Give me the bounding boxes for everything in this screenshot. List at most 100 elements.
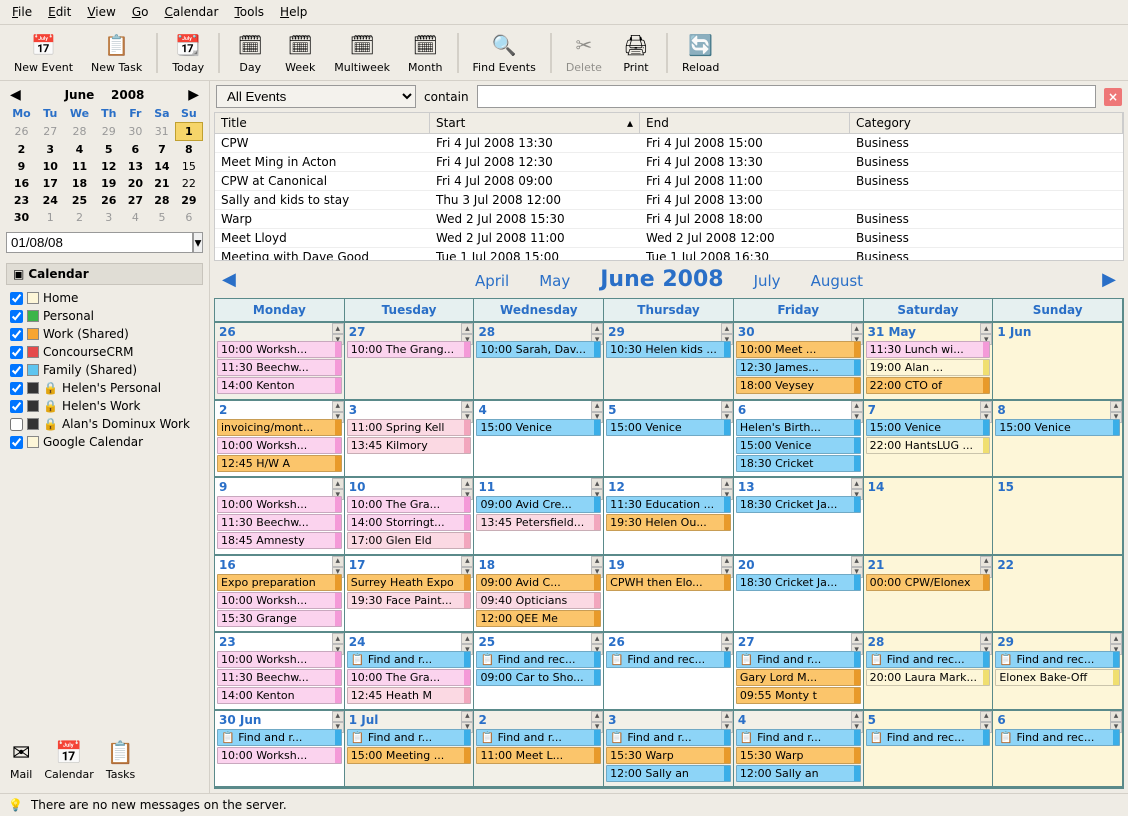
event-item[interactable]: 📋 Find and r... xyxy=(736,651,861,668)
event-item[interactable]: 10:00 The Gra... xyxy=(347,496,472,513)
day-cell[interactable]: 27▴▾10:00 The Grang... xyxy=(345,323,475,399)
calendar-item[interactable]: 🔒Helen's Personal xyxy=(6,379,203,397)
mini-day[interactable]: 10 xyxy=(37,158,64,175)
day-cell[interactable]: 11▴▾09:00 Avid Cre...13:45 Petersfield..… xyxy=(474,478,604,554)
event-item[interactable]: 09:00 Car to Sho... xyxy=(476,669,601,686)
col-end[interactable]: End xyxy=(640,113,850,133)
event-item[interactable]: Gary Lord M... xyxy=(736,669,861,686)
day-cell[interactable]: 25▴▾📋 Find and rec...09:00 Car to Sho... xyxy=(474,633,604,709)
event-item[interactable]: 15:00 Venice xyxy=(866,419,991,436)
find-events-button[interactable]: 🔍Find Events xyxy=(465,29,544,76)
event-item[interactable]: 15:00 Venice xyxy=(606,419,731,436)
mini-day[interactable]: 29 xyxy=(175,192,202,209)
event-item[interactable]: 11:00 Spring Kell xyxy=(347,419,472,436)
day-cell[interactable]: 9▴▾10:00 Worksh...11:30 Beechw...18:45 A… xyxy=(215,478,345,554)
day-button[interactable]: 🗓Day xyxy=(226,29,274,76)
day-cell[interactable]: 12▴▾11:30 Education ...19:30 Helen Ou... xyxy=(604,478,734,554)
print-button[interactable]: 🖨Print xyxy=(612,29,660,76)
day-cell[interactable]: 23▴▾10:00 Worksh...11:30 Beechw...14:00 … xyxy=(215,633,345,709)
mini-day[interactable]: 30 xyxy=(122,123,149,141)
event-item[interactable]: 12:00 Sally an xyxy=(736,765,861,782)
close-search-icon[interactable]: × xyxy=(1104,88,1122,106)
calendar-item[interactable]: ConcourseCRM xyxy=(6,343,203,361)
mini-day[interactable]: 31 xyxy=(149,123,176,141)
event-item[interactable]: 10:00 Worksh... xyxy=(217,496,342,513)
mini-day[interactable]: 20 xyxy=(122,175,149,192)
day-cell[interactable]: 19▴▾CPWH then Elo... xyxy=(604,556,734,632)
event-item[interactable]: 13:45 Petersfield... xyxy=(476,514,601,531)
mini-day[interactable]: 16 xyxy=(6,175,37,192)
day-cell[interactable]: 22 xyxy=(993,556,1123,632)
day-cell[interactable]: 4▴▾📋 Find and r...15:30 Warp12:00 Sally … xyxy=(734,711,864,787)
day-cell[interactable]: 16▴▾Expo preparation10:00 Worksh...15:30… xyxy=(215,556,345,632)
mini-day[interactable]: 5 xyxy=(149,209,176,226)
event-item[interactable]: Helen's Birth... xyxy=(736,419,861,436)
calendar-item[interactable]: Personal xyxy=(6,307,203,325)
day-cell[interactable]: 29▴▾📋 Find and rec...Elonex Bake-Off xyxy=(993,633,1123,709)
day-cell[interactable]: 31 May▴▾11:30 Lunch wi...19:00 Alan ...2… xyxy=(864,323,994,399)
mini-day[interactable]: 2 xyxy=(6,141,37,159)
event-item[interactable]: 19:00 Alan ... xyxy=(866,359,991,376)
day-cell[interactable]: 21▴▾00:00 CPW/Elonex xyxy=(864,556,994,632)
calendar-item[interactable]: Google Calendar xyxy=(6,433,203,451)
day-cell[interactable]: 26▴▾10:00 Worksh...11:30 Beechw...14:00 … xyxy=(215,323,345,399)
day-cell[interactable]: 27▴▾📋 Find and r...Gary Lord M...09:55 M… xyxy=(734,633,864,709)
day-cell[interactable]: 14 xyxy=(864,478,994,554)
event-item[interactable]: 10:00 Sarah, Dav... xyxy=(476,341,601,358)
event-item[interactable]: 19:30 Helen Ou... xyxy=(606,514,731,531)
calendar-checkbox[interactable] xyxy=(10,418,23,431)
multiweek-button[interactable]: 🗓Multiweek xyxy=(326,29,398,76)
calendar-checkbox[interactable] xyxy=(10,346,23,359)
week-button[interactable]: 🗓Week xyxy=(276,29,324,76)
event-item[interactable]: 22:00 HantsLUG ... xyxy=(866,437,991,454)
event-item[interactable]: 15:00 Meeting ... xyxy=(347,747,472,764)
event-item[interactable]: 11:30 Education ... xyxy=(606,496,731,513)
day-cell[interactable]: 13▴▾18:30 Cricket Ja... xyxy=(734,478,864,554)
mini-day[interactable]: 5 xyxy=(95,141,122,159)
day-cell[interactable]: 6▴▾📋 Find and rec... xyxy=(993,711,1123,787)
menu-help[interactable]: Help xyxy=(274,3,313,21)
event-item[interactable]: 10:00 Worksh... xyxy=(217,592,342,609)
menu-tools[interactable]: Tools xyxy=(228,3,270,21)
day-cell[interactable]: 10▴▾10:00 The Gra...14:00 Storringt...17… xyxy=(345,478,475,554)
mini-day[interactable]: 4 xyxy=(122,209,149,226)
event-item[interactable]: 15:00 Venice xyxy=(736,437,861,454)
event-item[interactable]: 18:00 Veysey xyxy=(736,377,861,394)
event-item[interactable]: 📋 Find and rec... xyxy=(866,651,991,668)
event-item[interactable]: 18:30 Cricket xyxy=(736,455,861,472)
event-item[interactable]: Elonex Bake-Off xyxy=(995,669,1120,686)
date-dropdown-button[interactable]: ▾ xyxy=(193,232,203,253)
event-item[interactable]: 📋 Find and r... xyxy=(217,729,342,746)
nav-prev2[interactable]: April xyxy=(475,272,509,290)
new-task-button[interactable]: 📋New Task xyxy=(83,29,150,76)
mini-day[interactable]: 26 xyxy=(6,123,37,141)
day-cell[interactable]: 6▴▾Helen's Birth...15:00 Venice18:30 Cri… xyxy=(734,401,864,477)
event-item[interactable]: 10:00 Worksh... xyxy=(217,651,342,668)
event-item[interactable]: 📋 Find and rec... xyxy=(995,651,1120,668)
reload-button[interactable]: 🔄Reload xyxy=(674,29,727,76)
event-item[interactable]: 10:00 Meet ... xyxy=(736,341,861,358)
switcher-calendar[interactable]: 📅Calendar xyxy=(44,741,93,781)
event-row[interactable]: WarpWed 2 Jul 2008 15:30Fri 4 Jul 2008 1… xyxy=(215,210,1123,229)
mini-day[interactable]: 18 xyxy=(64,175,96,192)
col-title[interactable]: Title xyxy=(215,113,430,133)
event-item[interactable]: 📋 Find and r... xyxy=(476,729,601,746)
nav-prev1[interactable]: May xyxy=(539,272,570,290)
day-cell[interactable]: 7▴▾15:00 Venice22:00 HantsLUG ... xyxy=(864,401,994,477)
event-item[interactable]: 18:45 Amnesty xyxy=(217,532,342,549)
mini-day[interactable]: 3 xyxy=(37,141,64,159)
event-item[interactable]: 📋 Find and rec... xyxy=(866,729,991,746)
mini-day[interactable]: 2 xyxy=(64,209,96,226)
event-item[interactable]: 13:45 Kilmory xyxy=(347,437,472,454)
event-item[interactable]: Surrey Heath Expo xyxy=(347,574,472,591)
menu-edit[interactable]: Edit xyxy=(42,3,77,21)
day-cell[interactable]: 1 Jul▴▾📋 Find and r...15:00 Meeting ... xyxy=(345,711,475,787)
menu-file[interactable]: File xyxy=(6,3,38,21)
mini-day[interactable]: 25 xyxy=(64,192,96,209)
event-item[interactable]: 14:00 Kenton xyxy=(217,687,342,704)
prev-month-arrow[interactable]: ◀ xyxy=(6,87,25,103)
event-item[interactable]: 00:00 CPW/Elonex xyxy=(866,574,991,591)
calendar-checkbox[interactable] xyxy=(10,382,23,395)
event-item[interactable]: 20:00 Laura Mark... xyxy=(866,669,991,686)
day-cell[interactable]: 18▴▾09:00 Avid C...09:40 Opticians12:00 … xyxy=(474,556,604,632)
